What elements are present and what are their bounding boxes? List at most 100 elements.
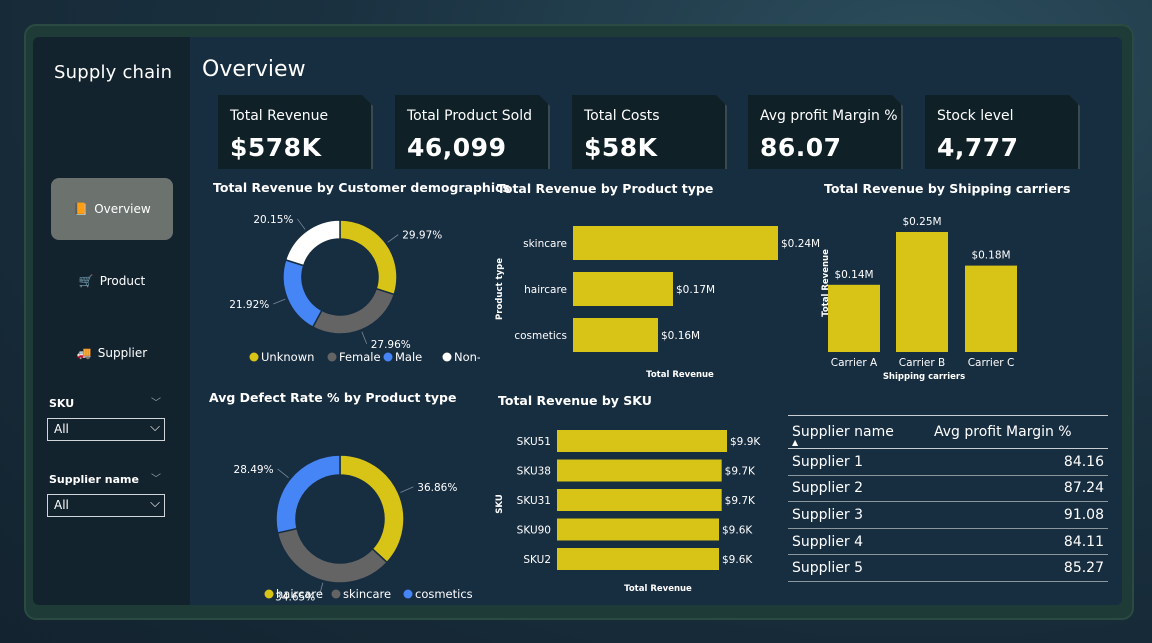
bar-chart-sku[interactable]: SKU51 $9.9K SKU38 $9.7K SKU31 $9.7K SKU90 $9.6K…: [490, 409, 790, 599]
cell-margin: 84.16: [1063, 453, 1104, 470]
sort-asc-icon[interactable]: ▲: [792, 438, 798, 447]
x-axis-label: Shipping carriers: [883, 372, 965, 382]
bar[interactable]: [896, 232, 948, 352]
bar[interactable]: [557, 548, 719, 570]
column-header-margin[interactable]: Avg profit Margin %: [934, 424, 1108, 440]
bar[interactable]: [573, 318, 658, 352]
cell-margin: 85.27: [1063, 560, 1104, 577]
data-label: 29.97%: [402, 230, 442, 242]
nav-product-label: Product: [99, 274, 146, 288]
donut-slice[interactable]: [276, 527, 389, 584]
kpi-card-profit-margin[interactable]: Avg profit Margin % 86.07: [748, 95, 903, 169]
legend-label: haircare: [276, 587, 323, 601]
data-label: $9.9K: [730, 436, 761, 448]
leader-line: [297, 218, 306, 230]
cell-supplier: Supplier 4: [792, 533, 864, 550]
x-axis-label: Total Revenue: [624, 584, 692, 594]
category-label: haircare: [524, 284, 567, 296]
table-row[interactable]: Supplier 2 87.24: [788, 476, 1108, 503]
kpi-card-stock-level[interactable]: Stock level 4,777: [925, 95, 1080, 169]
table-row[interactable]: Supplier 1 84.16: [788, 449, 1108, 476]
sku-filter-label: SKU: [49, 397, 75, 410]
category-label: Carrier B: [899, 357, 945, 369]
kpi-label: Total Product Sold: [407, 108, 532, 124]
bar-chart-product-type[interactable]: skincare $0.24M haircare $0.17M cosmetics $0.…: [490, 199, 820, 389]
cell-margin: 84.11: [1063, 533, 1104, 550]
bar[interactable]: [828, 284, 880, 352]
legend-label: Female: [339, 350, 381, 364]
kpi-card-products-sold[interactable]: Total Product Sold 46,099: [395, 95, 550, 169]
cell-margin: 87.24: [1063, 480, 1104, 497]
app-title: Supply chain: [54, 62, 173, 83]
legend-marker: [327, 352, 337, 362]
kpi-label: Total Revenue: [230, 108, 329, 124]
category-label: SKU38: [517, 466, 551, 478]
data-label: $0.24M: [781, 238, 820, 250]
sku-dropdown[interactable]: All ⌵: [47, 418, 165, 441]
table-row[interactable]: Supplier 5 85.27: [788, 555, 1108, 582]
bar[interactable]: [557, 459, 722, 482]
category-label: SKU51: [517, 436, 551, 448]
sku-dropdown-value: All: [54, 422, 69, 436]
bar[interactable]: [557, 489, 722, 511]
donut-slice[interactable]: [339, 219, 398, 296]
nav-supplier[interactable]: 🚚 Supplier: [51, 322, 173, 384]
bar[interactable]: [573, 226, 778, 260]
column-header-supplier[interactable]: Supplier name: [788, 424, 934, 440]
kpi-card-costs[interactable]: Total Costs $58K: [572, 95, 727, 169]
y-axis-label: Product type: [495, 258, 505, 320]
donut-slice[interactable]: [284, 219, 341, 267]
donut-slice[interactable]: [311, 287, 396, 335]
data-label: 21.92%: [229, 299, 269, 311]
table-row[interactable]: Supplier 4 84.11: [788, 529, 1108, 556]
cell-supplier: Supplier 3: [792, 506, 864, 523]
donut-chart-defect[interactable]: 36.86%34.65%28.49%haircare skincare cosmet…: [210, 409, 480, 605]
donut-slice[interactable]: [339, 454, 405, 564]
cell-margin: 91.08: [1063, 506, 1104, 523]
supplier-dropdown[interactable]: All ⌵: [47, 494, 165, 517]
y-axis-label: Total Revenue: [821, 249, 831, 317]
leader-line: [387, 234, 399, 243]
kpi-value: $58K: [584, 133, 658, 162]
legend-label: Unknown: [261, 350, 314, 364]
bar[interactable]: [557, 518, 719, 541]
bar-chart-carriers[interactable]: $0.14M Carrier A $0.25M Carrier B $0.18M Carr…: [820, 199, 1060, 389]
data-label: $0.14M: [834, 269, 873, 281]
category-label: SKU90: [517, 525, 551, 537]
chevron-down-icon: ⌵: [150, 496, 160, 511]
bar[interactable]: [573, 272, 673, 306]
legend-label: Non-binary: [454, 350, 480, 364]
sidebar: Supply chain 📙 Overview 🛒 Product 🚚 Supp…: [33, 37, 190, 605]
data-label: 28.49%: [234, 464, 274, 476]
nav-product[interactable]: 🛒 Product: [51, 250, 173, 312]
leader-line: [400, 486, 414, 493]
bar[interactable]: [557, 430, 727, 452]
cell-supplier: Supplier 5: [792, 560, 864, 577]
donut-slice[interactable]: [275, 454, 341, 534]
bar[interactable]: [965, 265, 1017, 352]
category-label: skincare: [523, 238, 567, 250]
chart-title-demographics: Total Revenue by Customer demographics: [213, 180, 510, 195]
leader-line: [273, 298, 286, 305]
chevron-down-icon[interactable]: ﹀: [151, 394, 161, 409]
data-label: $9.7K: [725, 495, 756, 507]
main-panel: Overview Total Revenue $578K Total Produ…: [190, 37, 1122, 605]
chevron-down-icon[interactable]: ﹀: [151, 470, 161, 485]
kpi-label: Stock level: [937, 108, 1014, 124]
truck-icon: 🚚: [76, 346, 92, 360]
cell-supplier: Supplier 1: [792, 453, 864, 470]
legend-marker: [331, 589, 341, 599]
table-row[interactable]: Supplier 3 91.08: [788, 502, 1108, 529]
kpi-card-revenue[interactable]: Total Revenue $578K: [218, 95, 373, 169]
supplier-table: Supplier name Avg profit Margin % ▲ Supp…: [788, 415, 1108, 582]
data-label: $9.7K: [725, 466, 756, 478]
donut-slice[interactable]: [282, 258, 323, 329]
cell-supplier: Supplier 2: [792, 480, 864, 497]
donut-chart-demographics[interactable]: 29.97%27.96%21.92%20.15%Unknown Female Mal…: [210, 199, 480, 369]
data-label: $0.17M: [676, 284, 715, 296]
data-label: $0.16M: [661, 330, 700, 342]
nav-overview[interactable]: 📙 Overview: [51, 178, 173, 240]
chart-title-sku: Total Revenue by SKU: [498, 393, 652, 408]
supplier-dropdown-value: All: [54, 498, 69, 512]
kpi-value: 4,777: [937, 133, 1019, 162]
